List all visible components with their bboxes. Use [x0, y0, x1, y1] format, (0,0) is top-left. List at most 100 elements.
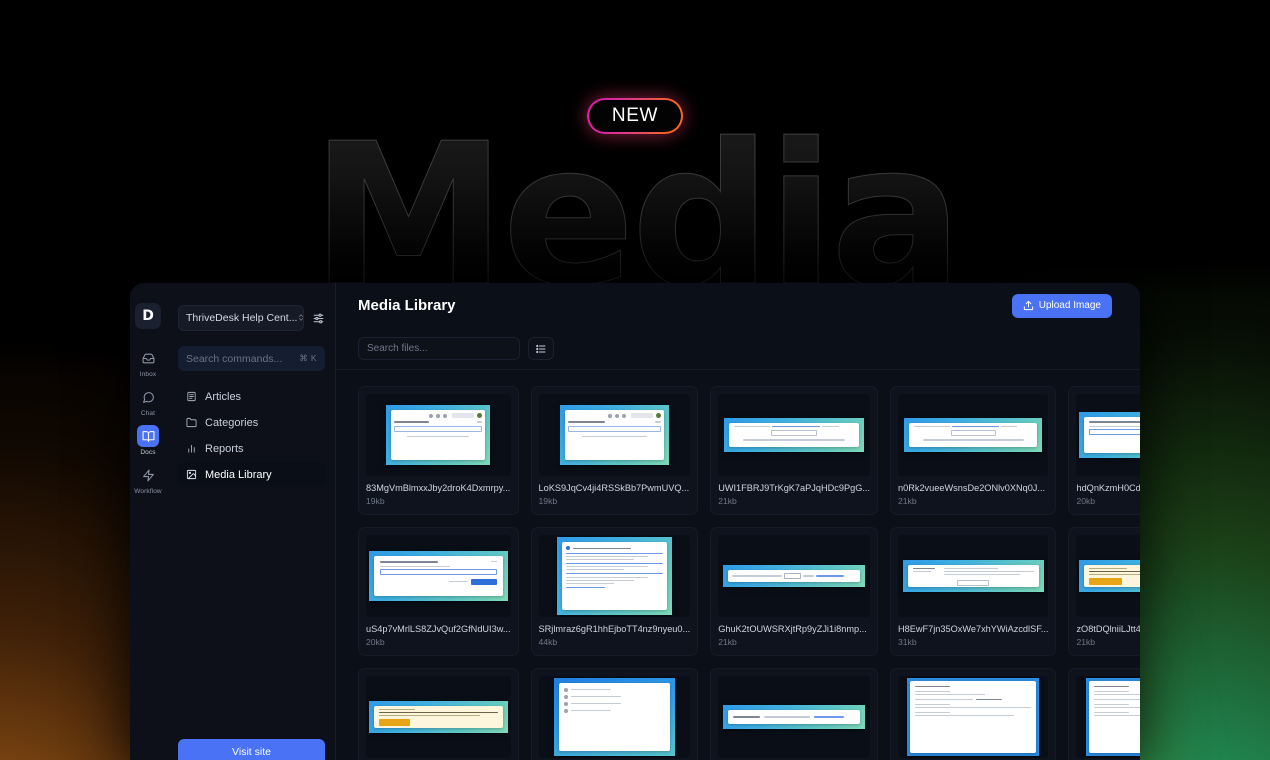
media-card[interactable]: LoKS9JqCv4ji4RSSkBb7PwmUVQ... 19kb — [531, 386, 699, 515]
media-file-name: H8EwF7jn35OxWe7xhYWiAzcdlSF... — [898, 624, 1048, 634]
media-thumbnail — [539, 535, 691, 617]
media-file-size: 21kb — [718, 637, 870, 647]
docs-icon — [137, 425, 159, 447]
rail-item-docs-label: Docs — [140, 449, 155, 456]
sidebar-item-categories-label: Categories — [205, 417, 258, 429]
chat-icon — [137, 386, 159, 408]
rail-item-docs[interactable]: Docs — [132, 425, 164, 456]
rail-item-chat-label: Chat — [141, 410, 155, 417]
media-card[interactable] — [890, 668, 1056, 760]
media-card[interactable] — [1068, 668, 1140, 760]
sidebar-item-reports[interactable]: Reports — [178, 436, 325, 461]
sidebar-item-categories[interactable]: Categories — [178, 410, 325, 435]
visit-site-button[interactable]: Visit site — [178, 739, 325, 760]
media-thumbnail — [718, 676, 870, 758]
sidebar-item-reports-label: Reports — [205, 443, 244, 455]
media-file-size: 31kb — [898, 637, 1048, 647]
workspace-selector[interactable]: ThriveDesk Help Cent... — [178, 305, 304, 331]
media-thumbnail — [898, 676, 1048, 758]
sidebar-item-articles[interactable]: Articles — [178, 384, 325, 409]
new-badge: NEW — [587, 98, 683, 134]
settings-sliders-icon[interactable] — [312, 312, 325, 325]
media-card[interactable] — [710, 668, 878, 760]
search-input[interactable] — [358, 337, 520, 360]
media-file-name: hdQnKzmH0CdhgLRXxoEuKKxW5... — [1076, 483, 1140, 493]
media-card[interactable]: H8EwF7jn35OxWe7xhYWiAzcdlSF... 31kb — [890, 527, 1056, 656]
media-thumbnail — [1076, 394, 1140, 476]
main-content: Media Library Upload Image — [336, 283, 1140, 760]
media-card[interactable] — [531, 668, 699, 760]
media-file-name: GhuK2tOUWSRXjtRp9yZJi1i8nmp... — [718, 624, 870, 634]
media-card[interactable]: zO8tDQlniiLJtt4ZiIn1ou6sIsIfE9sJ... 21kb — [1068, 527, 1140, 656]
folder-icon — [186, 417, 197, 428]
media-thumbnail — [898, 535, 1048, 617]
media-card[interactable]: n0Rk2vueeWsnsDe2ONlv0XNq0J... 21kb — [890, 386, 1056, 515]
rail-item-inbox-label: Inbox — [140, 371, 156, 378]
media-file-size: 44kb — [539, 637, 691, 647]
media-card[interactable]: GhuK2tOUWSRXjtRp9yZJi1i8nmp... 21kb — [710, 527, 878, 656]
media-file-name: UWI1FBRJ9TrKgK7aPJqHDc9PgG... — [718, 483, 870, 493]
rail-item-chat[interactable]: Chat — [132, 386, 164, 417]
media-card[interactable]: uS4p7vMrlLS8ZJvQuf2GfNdUI3w... 20kb — [358, 527, 519, 656]
media-thumbnail — [366, 676, 511, 758]
command-search-placeholder: Search commands... — [186, 353, 299, 365]
page-backdrop: NEW Media D Inbox Chat D — [0, 0, 1270, 760]
inbox-icon — [137, 347, 159, 369]
sidebar-item-articles-label: Articles — [205, 391, 241, 403]
list-view-icon — [535, 343, 547, 355]
media-file-name: LoKS9JqCv4ji4RSSkBb7PwmUVQ... — [539, 483, 691, 493]
media-thumbnail — [718, 394, 870, 476]
article-icon — [186, 391, 197, 402]
bar-chart-icon — [186, 443, 197, 454]
media-thumbnail — [539, 676, 691, 758]
upload-image-label: Upload Image — [1039, 300, 1101, 311]
upload-image-button[interactable]: Upload Image — [1012, 294, 1112, 318]
media-file-name: uS4p7vMrlLS8ZJvQuf2GfNdUI3w... — [366, 624, 511, 634]
media-file-size: 21kb — [898, 496, 1048, 506]
media-card[interactable]: SRjlmraz6gR1hhEjboTT4nz9nyeu0... 44kb — [531, 527, 699, 656]
upload-icon — [1023, 300, 1034, 311]
media-thumbnail — [898, 394, 1048, 476]
rail-item-inbox[interactable]: Inbox — [132, 347, 164, 378]
sidebar-item-media-library[interactable]: Media Library — [178, 462, 325, 487]
media-card[interactable] — [358, 668, 519, 760]
app-window: D Inbox Chat Docs — [130, 283, 1140, 760]
media-thumbnail — [718, 535, 870, 617]
media-thumbnail — [366, 535, 511, 617]
media-file-size: 21kb — [718, 496, 870, 506]
media-file-name: 83MgVmBlmxxJby2droK4Dxmrpy... — [366, 483, 511, 493]
icon-rail: D Inbox Chat Docs — [130, 283, 166, 760]
media-file-size: 19kb — [366, 496, 511, 506]
media-card[interactable]: 83MgVmBlmxxJby2droK4Dxmrpy... 19kb — [358, 386, 519, 515]
media-file-size: 21kb — [1076, 637, 1140, 647]
sidebar-item-media-library-label: Media Library — [205, 469, 272, 481]
media-thumbnail — [1076, 676, 1140, 758]
command-search[interactable]: Search commands... ⌘ K — [178, 346, 325, 371]
new-badge-label: NEW — [589, 100, 681, 132]
media-grid-wrap[interactable]: 83MgVmBlmxxJby2droK4Dxmrpy... 19kb — [336, 370, 1140, 760]
nav-spacer — [178, 488, 325, 739]
media-card[interactable]: hdQnKzmH0CdhgLRXxoEuKKxW5... 20kb — [1068, 386, 1140, 515]
toolbar — [336, 328, 1140, 370]
media-thumbnail — [366, 394, 511, 476]
media-file-size: 20kb — [366, 637, 511, 647]
rail-item-workflow-label: Workflow — [134, 488, 161, 495]
media-file-name: SRjlmraz6gR1hhEjboTT4nz9nyeu0... — [539, 624, 691, 634]
media-thumbnail — [539, 394, 691, 476]
image-icon — [186, 469, 197, 480]
nav-panel: ThriveDesk Help Cent... Search commands.… — [166, 283, 336, 760]
page-title: Media Library — [358, 297, 456, 314]
brand-logo[interactable]: D — [135, 303, 161, 329]
media-file-size: 20kb — [1076, 496, 1140, 506]
main-header: Media Library Upload Image — [336, 283, 1140, 328]
media-card[interactable]: UWI1FBRJ9TrKgK7aPJqHDc9PgG... 21kb — [710, 386, 878, 515]
workspace-name: ThriveDesk Help Cent... — [186, 312, 297, 324]
media-grid: 83MgVmBlmxxJby2droK4Dxmrpy... 19kb — [358, 386, 1112, 760]
workspace-row: ThriveDesk Help Cent... — [178, 305, 325, 331]
media-thumbnail — [1076, 535, 1140, 617]
rail-item-workflow[interactable]: Workflow — [132, 464, 164, 495]
workflow-icon — [137, 464, 159, 486]
media-file-name: zO8tDQlniiLJtt4ZiIn1ou6sIsIfE9sJ... — [1076, 624, 1140, 634]
media-file-name: n0Rk2vueeWsnsDe2ONlv0XNq0J... — [898, 483, 1048, 493]
view-toggle-button[interactable] — [528, 337, 554, 360]
